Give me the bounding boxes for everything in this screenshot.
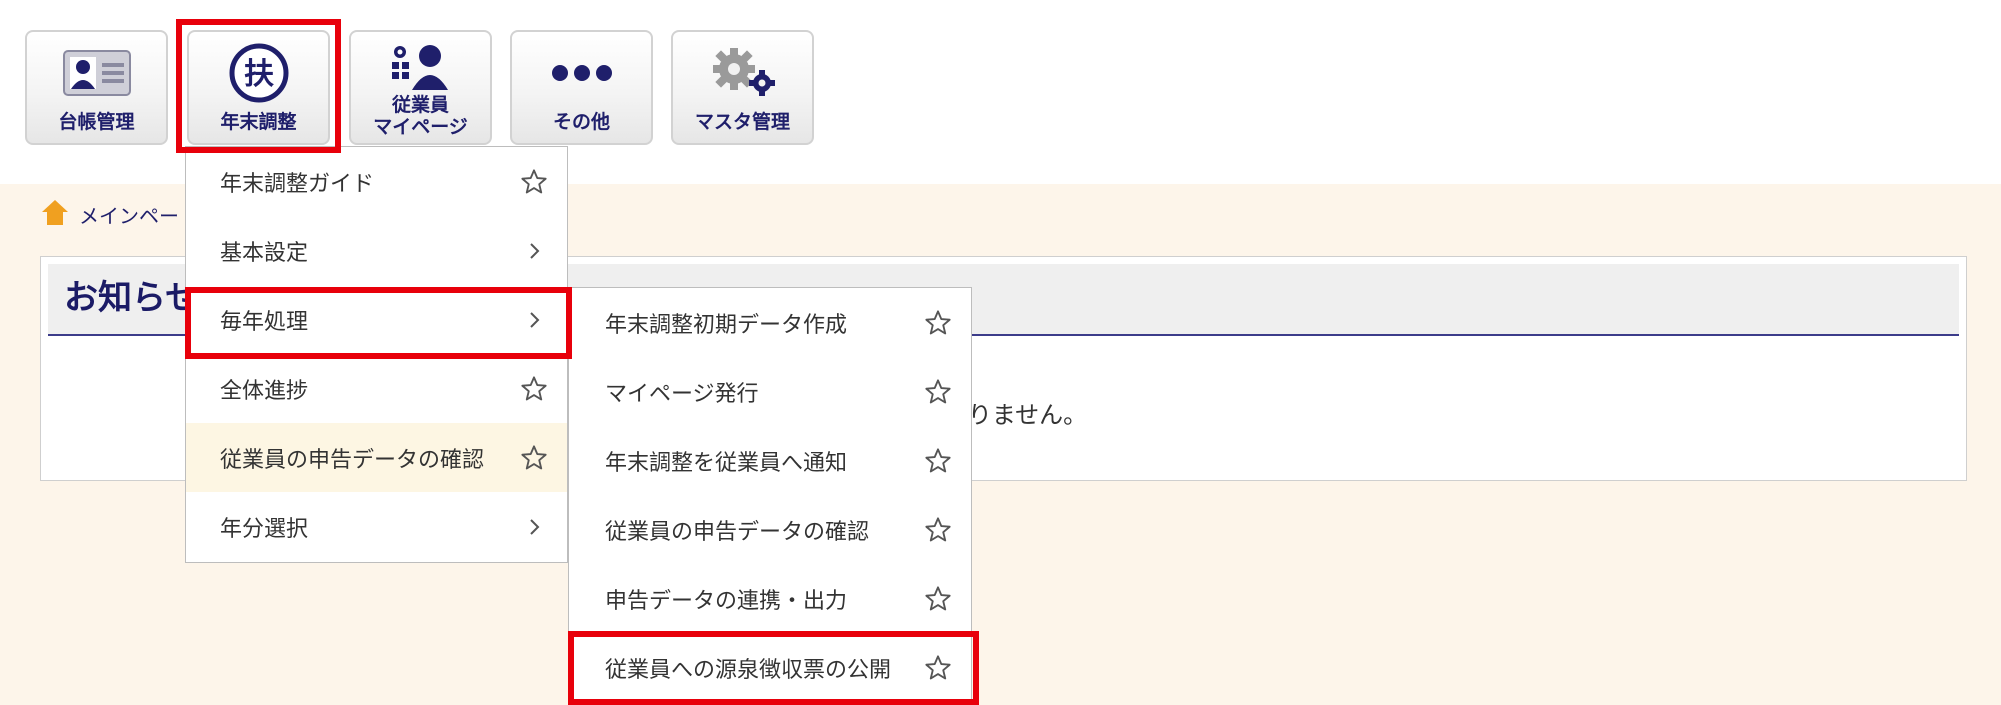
menu-item-label: 全体進捗 xyxy=(220,378,309,404)
chevron-right-icon xyxy=(519,512,549,542)
chevron-right-icon xyxy=(519,305,549,335)
home-icon xyxy=(41,198,69,231)
year-end-dropdown-menu: 年末調整ガイド 基本設定 毎年処理 全体進捗 従業員の申告データの確認 年分選択 xyxy=(185,146,568,563)
submenu-item-data-export[interactable]: 申告データの連携・出力 xyxy=(569,564,971,633)
nav-button-year-end[interactable]: 扶 年末調整 xyxy=(187,30,330,145)
menu-item-label: 基本設定 xyxy=(220,240,309,266)
nav-label-ledger: 台帳管理 xyxy=(58,111,135,133)
star-icon[interactable] xyxy=(923,515,953,545)
nav-label-employee-mypage: 従業員 マイページ xyxy=(373,94,468,138)
nav-label-year-end: 年末調整 xyxy=(220,111,297,133)
menu-item-label: 従業員への源泉徴収票の公開 xyxy=(605,657,892,683)
nav-button-ledger[interactable]: 台帳管理 xyxy=(25,30,168,145)
menu-item-annual-processing[interactable]: 毎年処理 xyxy=(186,285,567,354)
menu-item-label: マイページ発行 xyxy=(605,381,759,407)
menu-item-label: 年末調整を従業員へ通知 xyxy=(605,450,848,476)
chevron-right-icon xyxy=(519,236,549,266)
menu-item-year-end-guide[interactable]: 年末調整ガイド xyxy=(186,147,567,216)
nav-button-employee-mypage[interactable]: 従業員 マイページ xyxy=(349,30,492,145)
star-icon[interactable] xyxy=(923,446,953,476)
notice-title: お知らせ xyxy=(64,278,200,318)
annual-processing-submenu: 年末調整初期データ作成 マイページ発行 年末調整を従業員へ通知 従業員の申告デー… xyxy=(568,287,972,705)
star-icon[interactable] xyxy=(519,167,549,197)
star-icon[interactable] xyxy=(519,443,549,473)
submenu-item-declaration-check[interactable]: 従業員の申告データの確認 xyxy=(569,495,971,564)
menu-item-label: 申告データの連携・出力 xyxy=(605,588,848,614)
star-icon[interactable] xyxy=(923,377,953,407)
nav-label-other: その他 xyxy=(552,111,610,133)
star-icon[interactable] xyxy=(923,308,953,338)
nav-label-master: マスタ管理 xyxy=(694,111,790,133)
nav-button-master[interactable]: マスタ管理 xyxy=(671,30,814,145)
star-icon[interactable] xyxy=(519,374,549,404)
fu-kanji-circle-icon: 扶 xyxy=(189,42,328,104)
submenu-item-publish-withholding-slip[interactable]: 従業員への源泉徴収票の公開 xyxy=(569,633,971,702)
submenu-item-notify-employees[interactable]: 年末調整を従業員へ通知 xyxy=(569,426,971,495)
menu-item-label: 年末調整初期データ作成 xyxy=(605,312,848,338)
star-icon[interactable] xyxy=(923,584,953,614)
submenu-item-initial-data[interactable]: 年末調整初期データ作成 xyxy=(569,288,971,357)
menu-item-label: 毎年処理 xyxy=(220,309,309,335)
fu-kanji-glyph: 扶 xyxy=(244,57,274,92)
breadcrumb-label[interactable]: メインペー xyxy=(79,200,179,229)
breadcrumb[interactable]: メインペー xyxy=(41,198,179,231)
menu-item-basic-settings[interactable]: 基本設定 xyxy=(186,216,567,285)
submenu-item-mypage-issue[interactable]: マイページ発行 xyxy=(569,357,971,426)
menu-item-label: 年末調整ガイド xyxy=(220,171,375,197)
employee-group-icon xyxy=(351,42,490,92)
gears-icon xyxy=(673,42,812,104)
menu-item-year-selection[interactable]: 年分選択 xyxy=(186,492,567,561)
menu-item-label: 従業員の申告データの確認 xyxy=(605,519,870,545)
menu-item-label: 年分選択 xyxy=(220,516,309,542)
more-dots-icon xyxy=(512,42,651,104)
nav-button-other[interactable]: その他 xyxy=(510,30,653,145)
menu-item-employee-declaration-check[interactable]: 従業員の申告データの確認 xyxy=(186,423,567,492)
menu-item-label: 従業員の申告データの確認 xyxy=(220,447,485,473)
id-card-icon xyxy=(27,42,166,104)
menu-item-overall-progress[interactable]: 全体進捗 xyxy=(186,354,567,423)
star-icon[interactable] xyxy=(923,653,953,683)
